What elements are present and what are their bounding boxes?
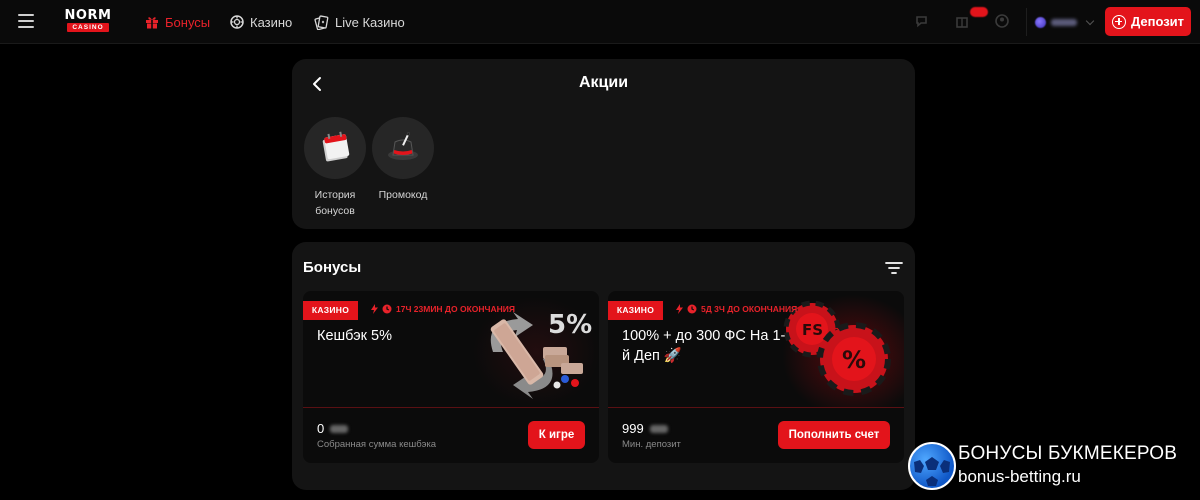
norm-casino-logo[interactable]: NORM CASINO <box>57 9 119 33</box>
balance-selector[interactable] <box>1026 8 1098 36</box>
nav-bonuses[interactable]: Бонусы <box>145 0 210 44</box>
deposit-button-label: Депозит <box>1130 14 1185 29</box>
watermark-title: БОНУСЫ БУКМЕКЕРОВ <box>958 443 1178 464</box>
clock-icon <box>687 304 697 314</box>
promotions-panel: Акции История бонусов Промокод <box>292 59 915 229</box>
playing-cards-icon <box>314 14 329 30</box>
chevron-down-icon <box>1085 16 1095 25</box>
card-timer: 5Д 3Ч ДО ОКОНЧАНИЯ <box>676 304 797 314</box>
min-deposit-amount: 999 <box>622 421 644 436</box>
nav-live-casino-label: Live Казино <box>335 14 405 30</box>
nav-casino[interactable]: Казино <box>230 0 292 44</box>
card-title: Кешбэк 5% <box>317 328 393 344</box>
card-timer: 17Ч 23МИН ДО ОКОНЧАНИЯ <box>371 304 515 314</box>
watermark: БОНУСЫ БУКМЕКЕРОВ bonus-betting.ru <box>908 440 1200 492</box>
to-game-button[interactable]: К игре <box>528 421 585 449</box>
card-title: 100% + до 300 ФС На 1-й Деп 🚀 <box>622 328 786 364</box>
calendar-icon <box>304 117 366 179</box>
notification-badge <box>970 7 988 17</box>
card-category-tag: КАЗИНО <box>608 301 663 320</box>
plus-circle-icon <box>1111 14 1126 29</box>
card-caption: Мин. депозит <box>622 439 681 450</box>
chip-percent-text: % <box>842 346 866 374</box>
logo-text: NORM <box>64 8 112 23</box>
top-up-button[interactable]: Пополнить счет <box>778 421 890 449</box>
card-timer-text: 17Ч 23МИН ДО ОКОНЧАНИЯ <box>396 304 515 314</box>
promo-code-shortcut[interactable]: Промокод <box>370 117 436 203</box>
card-divider <box>608 407 904 408</box>
menu-icon[interactable] <box>18 14 34 28</box>
profile-icon[interactable] <box>994 13 1010 29</box>
card-category-tag: КАЗИНО <box>303 301 358 320</box>
promo-code-label: Промокод <box>378 189 428 201</box>
deposit-button[interactable]: Депозит <box>1105 7 1191 36</box>
bonus-card-cashback[interactable]: 5% КАЗИНО 17Ч 23МИН ДО ОКОНЧАНИЯ Кешбэк … <box>303 291 599 463</box>
nav-casino-label: Казино <box>250 14 293 30</box>
cashback-art-text: 5% <box>548 310 592 340</box>
bonuses-section-title: Бонусы <box>303 259 362 276</box>
bonus-history-shortcut[interactable]: История бонусов <box>302 117 368 219</box>
lightning-icon <box>371 304 378 314</box>
currency-coin-icon <box>1035 16 1046 28</box>
casino-chip-icon <box>230 15 244 29</box>
page-title: Акции <box>578 74 629 91</box>
support-chat-icon[interactable] <box>914 13 930 29</box>
filter-icon[interactable] <box>885 261 903 275</box>
nav-live-casino[interactable]: Live Казино <box>314 0 405 44</box>
bonus-card-first-deposit[interactable]: FS % КАЗИНО 5Д 3Ч ДО ОКОНЧАНИЯ 100% + до… <box>608 291 904 463</box>
card-value: 0 <box>317 421 349 436</box>
gift-icon <box>146 17 158 29</box>
bonus-history-label: История бонусов <box>314 189 356 217</box>
card-timer-text: 5Д 3Ч ДО ОКОНЧАНИЯ <box>701 304 798 314</box>
currency-hidden <box>330 424 349 433</box>
soccer-ball-icon <box>908 442 956 490</box>
chip-fs-text: FS <box>802 321 823 339</box>
top-bar: NORM CASINO Бонусы Казино Live Казино Де… <box>0 0 1200 44</box>
gift-notification-icon[interactable] <box>954 13 970 29</box>
card-divider <box>303 407 599 408</box>
card-value: 999 <box>622 421 668 436</box>
currency-hidden <box>649 424 668 433</box>
balance-amount-hidden <box>1051 18 1077 26</box>
clock-icon <box>382 304 392 314</box>
bonuses-panel: Бонусы 5% КАЗИНО 17Ч 23МИН ДО ОКОНЧАНИЯ … <box>292 242 915 490</box>
card-caption: Собранная сумма кешбэка <box>317 439 437 450</box>
nav-bonuses-label: Бонусы <box>165 14 211 30</box>
watermark-url: bonus-betting.ru <box>958 467 1081 486</box>
cashback-amount: 0 <box>317 421 325 436</box>
magic-hat-icon <box>372 117 434 179</box>
lightning-icon <box>676 304 683 314</box>
logo-subtext: CASINO <box>67 23 109 32</box>
